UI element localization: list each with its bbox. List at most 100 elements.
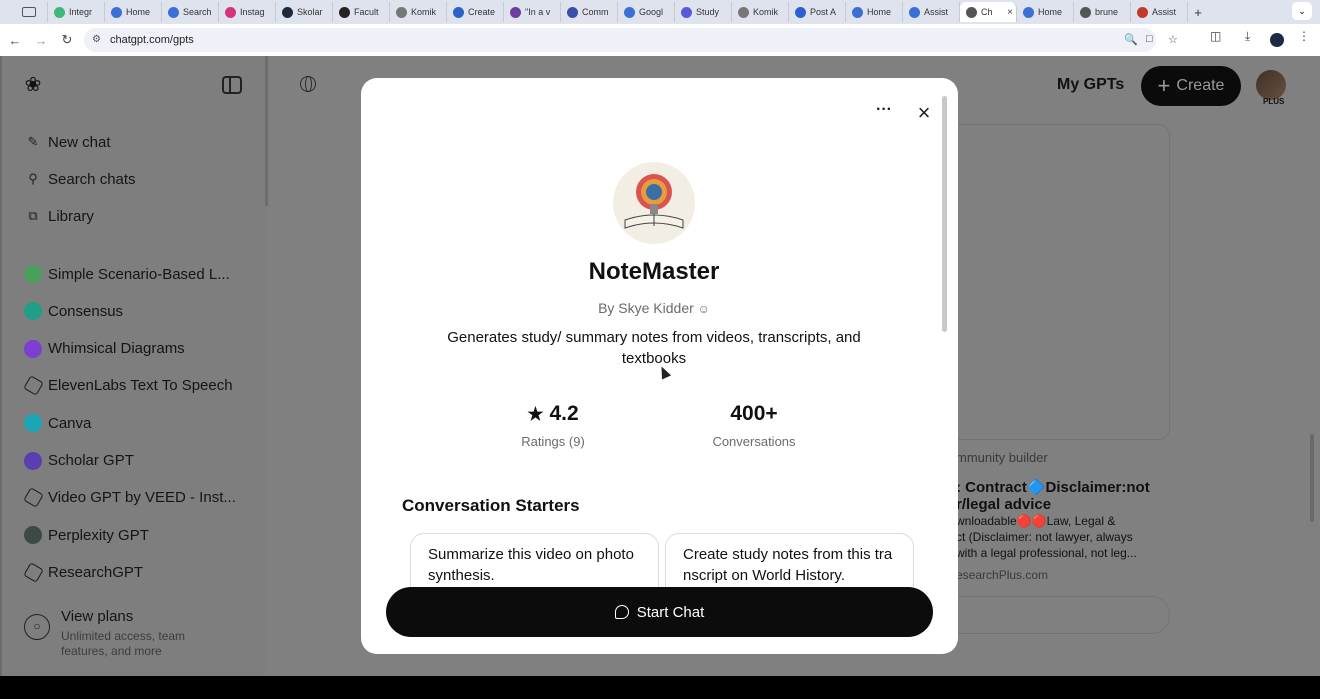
start-chat-button[interactable]: Start Chat: [386, 587, 933, 637]
sidebar-gpt-label: Scholar GPT: [48, 452, 134, 469]
tab-favicon-icon: [795, 6, 806, 18]
browser-tab[interactable]: Skolar: [276, 2, 333, 22]
downloads-icon[interactable]: ⤓: [1245, 29, 1250, 44]
tab-menu-button[interactable]: ⌄: [1292, 2, 1312, 20]
tab-strip: Integr Home Search Instag Skolar Facult Komik C…: [0, 0, 1320, 24]
search-icon: ⚲: [28, 171, 38, 186]
rating-label: Ratings (9): [521, 434, 585, 449]
profile-avatar[interactable]: [1270, 33, 1284, 47]
browser-tab[interactable]: brune: [1074, 2, 1131, 22]
bg-card-desc-2: ct (Disclaimer: not lawyer, always: [956, 530, 1133, 544]
browser-tab[interactable]: Integr: [48, 2, 105, 22]
site-info-icon[interactable]: ⚙: [92, 34, 101, 45]
avatar[interactable]: [1256, 70, 1286, 100]
tab-label: brune: [1095, 7, 1119, 17]
browser-tab[interactable]: Googl: [618, 2, 675, 22]
zoom-icon[interactable]: 🔍: [1124, 33, 1138, 46]
sidebar-new-chat[interactable]: ✎ New chat: [24, 131, 111, 153]
tab-label: "In a v: [525, 7, 551, 17]
bg-card-desc-1: wnloadable🔴🔴Law, Legal &: [956, 514, 1116, 528]
sidebar-gpt-item[interactable]: Whimsical Diagrams: [24, 338, 185, 360]
tab-search-tabs[interactable]: [0, 2, 48, 22]
sidebar-gpt-label: Perplexity GPT: [48, 526, 149, 544]
sidebar-gpt-item[interactable]: Scholar GPT: [24, 450, 134, 472]
browser-menu-icon[interactable]: ⋮: [1298, 29, 1310, 43]
screen: Integr Home Search Instag Skolar Facult Komik C…: [0, 0, 1320, 699]
sidebar-gpt-item[interactable]: ResearchGPT: [23, 561, 143, 583]
bg-card-author: esearchPlus.com: [956, 568, 1049, 582]
tab-favicon-icon: [282, 6, 293, 18]
modal-scrollbar[interactable]: [942, 96, 947, 332]
create-label: Create: [1176, 77, 1225, 94]
tab-favicon-icon: [111, 6, 122, 18]
tab-favicon-icon: [966, 6, 977, 18]
globe-icon[interactable]: [300, 76, 316, 92]
sidebar: ❀ ✎ New chat ⚲ Search chats ⧉ Library Si…: [0, 56, 268, 676]
rating-value: 4.2: [549, 402, 579, 425]
tab-favicon-icon: [1023, 6, 1034, 18]
tab-favicon-icon: [624, 6, 635, 18]
sidebar-library[interactable]: ⧉ Library: [24, 205, 94, 227]
tab-label: Study: [696, 7, 720, 17]
browser-tab[interactable]: Comm: [561, 2, 618, 22]
more-options-icon[interactable]: ···: [874, 102, 894, 124]
browser-tab[interactable]: Home: [846, 2, 903, 22]
tab-label: Search: [183, 7, 212, 17]
sidebar-gpt-item[interactable]: Consensus: [24, 300, 123, 322]
new-tab-button[interactable]: +: [1188, 5, 1208, 20]
back-button[interactable]: ←: [4, 33, 26, 48]
tab-label: Instag: [240, 7, 265, 17]
tab-favicon-icon: [681, 6, 692, 18]
sidebar-gpt-item[interactable]: ElevenLabs Text To Speech: [23, 375, 233, 397]
tab-label: Create: [468, 7, 496, 17]
browser-tab[interactable]: Create: [447, 2, 504, 22]
forward-button[interactable]: →: [30, 33, 52, 48]
browser-tab[interactable]: Instag: [219, 2, 276, 22]
browser-tab[interactable]: Assist: [903, 2, 960, 22]
browser-tab[interactable]: Home: [1017, 2, 1074, 22]
tab-label: Googl: [639, 7, 664, 17]
address-bar[interactable]: ⚙ chatgpt.com/gpts 🔍 □ ☆: [84, 28, 1178, 52]
sidebar-gpt-item[interactable]: Canva: [24, 412, 91, 434]
browser-tab[interactable]: Study: [675, 2, 732, 22]
browser-tab[interactable]: Post A: [789, 2, 846, 22]
browser-tab[interactable]: Komik: [732, 2, 789, 22]
gpt-logo-icon: [24, 302, 42, 321]
create-button[interactable]: + Create: [1141, 66, 1241, 106]
sidebar-gpt-label: Canva: [48, 414, 92, 432]
sidebar-gpt-item[interactable]: Simple Scenario-Based L...: [24, 263, 230, 285]
browser-tab[interactable]: Search: [162, 2, 219, 22]
browser-tab[interactable]: "In a v: [504, 2, 561, 22]
sidebar-toggle-icon[interactable]: [222, 76, 242, 94]
bg-card-title-1: : Contract🔷Disclaimer:not: [956, 479, 1150, 496]
tab-label: Assist: [1152, 7, 1177, 17]
bookmark-star-icon[interactable]: ☆: [1168, 33, 1178, 46]
tab-favicon-icon: [567, 6, 578, 18]
tab-favicon-icon: [168, 6, 179, 18]
openai-logo-icon[interactable]: ❀: [22, 74, 44, 96]
reload-button[interactable]: ↻: [56, 32, 78, 48]
tab-label: Komik: [753, 7, 779, 17]
gpt-cube-icon: [23, 375, 44, 397]
tab-favicon-icon: [738, 6, 749, 18]
browser-tab[interactable]: Assist: [1131, 2, 1188, 22]
close-icon[interactable]: ×: [914, 102, 934, 124]
extensions-icon[interactable]: ◫: [1210, 29, 1221, 43]
tab-label: Home: [126, 7, 151, 17]
browser-tab[interactable]: Ch ×: [960, 2, 1017, 22]
sidebar-gpt-item[interactable]: Video GPT by VEED - Inst...: [23, 487, 236, 509]
tab-close-icon[interactable]: ×: [1007, 7, 1013, 18]
sidebar-search-chats[interactable]: ⚲ Search chats: [24, 168, 135, 190]
tab-label: Ch: [981, 7, 993, 17]
new-chat-icon: ✎: [27, 134, 39, 149]
bg-card-title-2: r/legal advice: [956, 496, 1052, 513]
my-gpts-link[interactable]: My GPTs: [1057, 76, 1124, 94]
page-icon[interactable]: □: [1146, 33, 1153, 45]
browser-tab[interactable]: Komik: [390, 2, 447, 22]
browser-tab[interactable]: Home: [105, 2, 162, 22]
view-plans[interactable]: ○ View plans Unlimited access, team feat…: [24, 604, 254, 664]
main-scrollbar[interactable]: [1310, 434, 1314, 522]
browser-tab[interactable]: Facult: [333, 2, 390, 22]
gpt-logo-icon: [24, 339, 42, 358]
sidebar-gpt-item[interactable]: Perplexity GPT: [24, 524, 149, 546]
